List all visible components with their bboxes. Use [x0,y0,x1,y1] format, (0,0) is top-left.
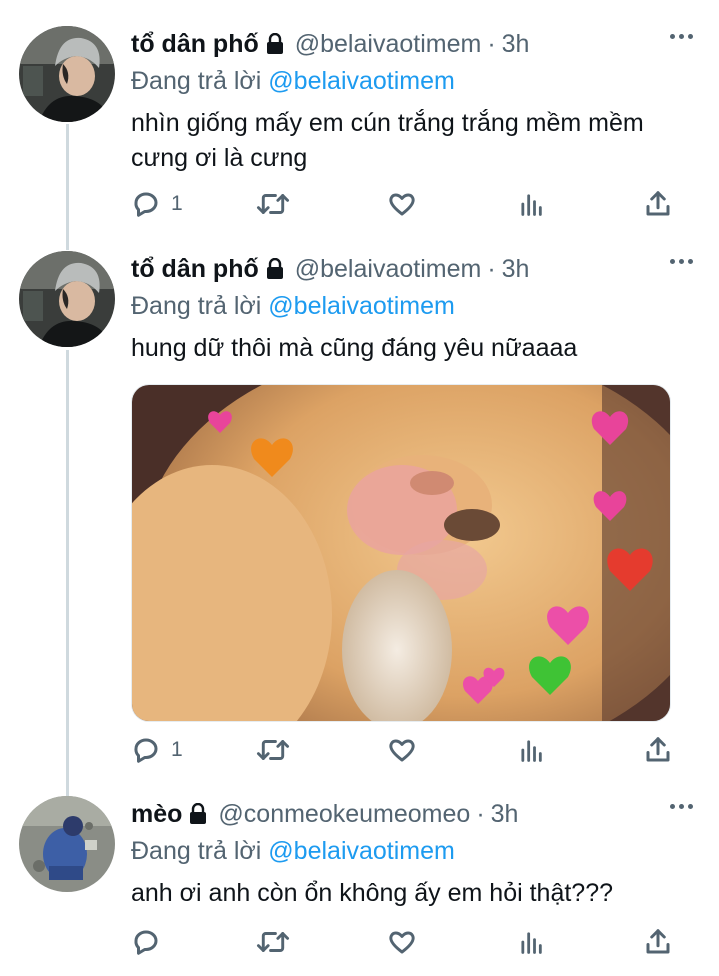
tweet-text: anh ơi anh còn ổn không ấy em hỏi thật??… [131,879,614,907]
retweet-icon [256,932,290,952]
separator-dot: · [487,254,496,283]
timestamp[interactable]: 3h [502,30,530,59]
reply-prefix: Đang trả lời [131,292,262,320]
share-icon [646,191,670,216]
more-dots-icon[interactable] [670,259,693,264]
tweet-media-image[interactable] [131,384,671,722]
views-button[interactable] [517,184,545,224]
analytics-icon [521,740,542,762]
avatar[interactable] [19,26,115,122]
reply-count: 1 [171,738,183,761]
more-dots-icon[interactable] [670,804,693,809]
reply-mention-link[interactable]: @belaivaotimem [268,292,455,320]
reply-icon [134,192,158,217]
tweet[interactable]: mèo @conmeokeumeomeo · 3h Đang trả lời @… [0,794,719,976]
timestamp[interactable]: 3h [491,800,519,829]
retweet-button[interactable] [256,184,290,224]
separator-dot: · [476,799,485,828]
display-name[interactable]: mèo [131,800,182,829]
tweet[interactable]: tổ dân phố @belaivaotimem · 3h Đang trả … [0,24,719,234]
display-name[interactable]: tổ dân phố [131,30,259,59]
lock-icon [265,258,285,280]
like-button[interactable] [387,730,417,770]
share-icon [646,929,670,954]
retweet-button[interactable] [256,922,290,962]
reply-context: Đang trả lời @belaivaotimem [131,64,699,98]
retweet-icon [256,194,290,214]
like-button[interactable] [387,922,417,962]
user-handle[interactable]: @conmeokeumeomeo [218,800,470,829]
action-bar: 1 [131,184,681,224]
avatar[interactable] [19,796,115,892]
lock-icon [188,803,208,825]
share-icon [646,737,670,762]
heart-icon [389,931,415,954]
reply-count: 1 [171,192,183,215]
retweet-button[interactable] [256,730,290,770]
reply-button[interactable]: 1 [131,184,183,224]
heart-icon [389,739,415,762]
more-dots-icon[interactable] [670,34,693,39]
reply-icon [134,738,158,763]
share-button[interactable] [643,922,673,962]
reply-context: Đang trả lời @belaivaotimem [131,834,699,868]
action-bar: 1 [131,730,681,770]
reply-mention-link[interactable]: @belaivaotimem [268,837,455,865]
retweet-icon [256,740,290,760]
user-handle[interactable]: @belaivaotimem [295,30,482,59]
tweet-text: hung dữ thôi mà cũng đáng yêu nữaaaa [131,334,578,362]
heart-icon [389,193,415,216]
tweet-text: nhìn giống mấy em cún trắng trắng mềm mề… [131,109,644,172]
reply-prefix: Đang trả lời [131,67,262,95]
views-button[interactable] [517,922,545,962]
like-button[interactable] [387,184,417,224]
lock-icon [265,33,285,55]
reply-prefix: Đang trả lời [131,837,262,865]
action-bar [131,922,681,962]
timestamp[interactable]: 3h [502,255,530,284]
reply-context: Đang trả lời @belaivaotimem [131,289,699,323]
views-button[interactable] [517,730,545,770]
tweet[interactable]: tổ dân phố @belaivaotimem · 3h Đang trả … [0,249,719,779]
user-handle[interactable]: @belaivaotimem [295,255,482,284]
reply-icon [134,930,158,955]
analytics-icon [521,932,542,954]
separator-dot: · [487,29,496,58]
avatar[interactable] [19,251,115,347]
reply-mention-link[interactable]: @belaivaotimem [268,67,455,95]
reply-button[interactable]: 1 [131,730,183,770]
display-name[interactable]: tổ dân phố [131,255,259,284]
share-button[interactable] [643,730,673,770]
analytics-icon [521,194,542,216]
share-button[interactable] [643,184,673,224]
reply-button[interactable] [131,922,171,962]
